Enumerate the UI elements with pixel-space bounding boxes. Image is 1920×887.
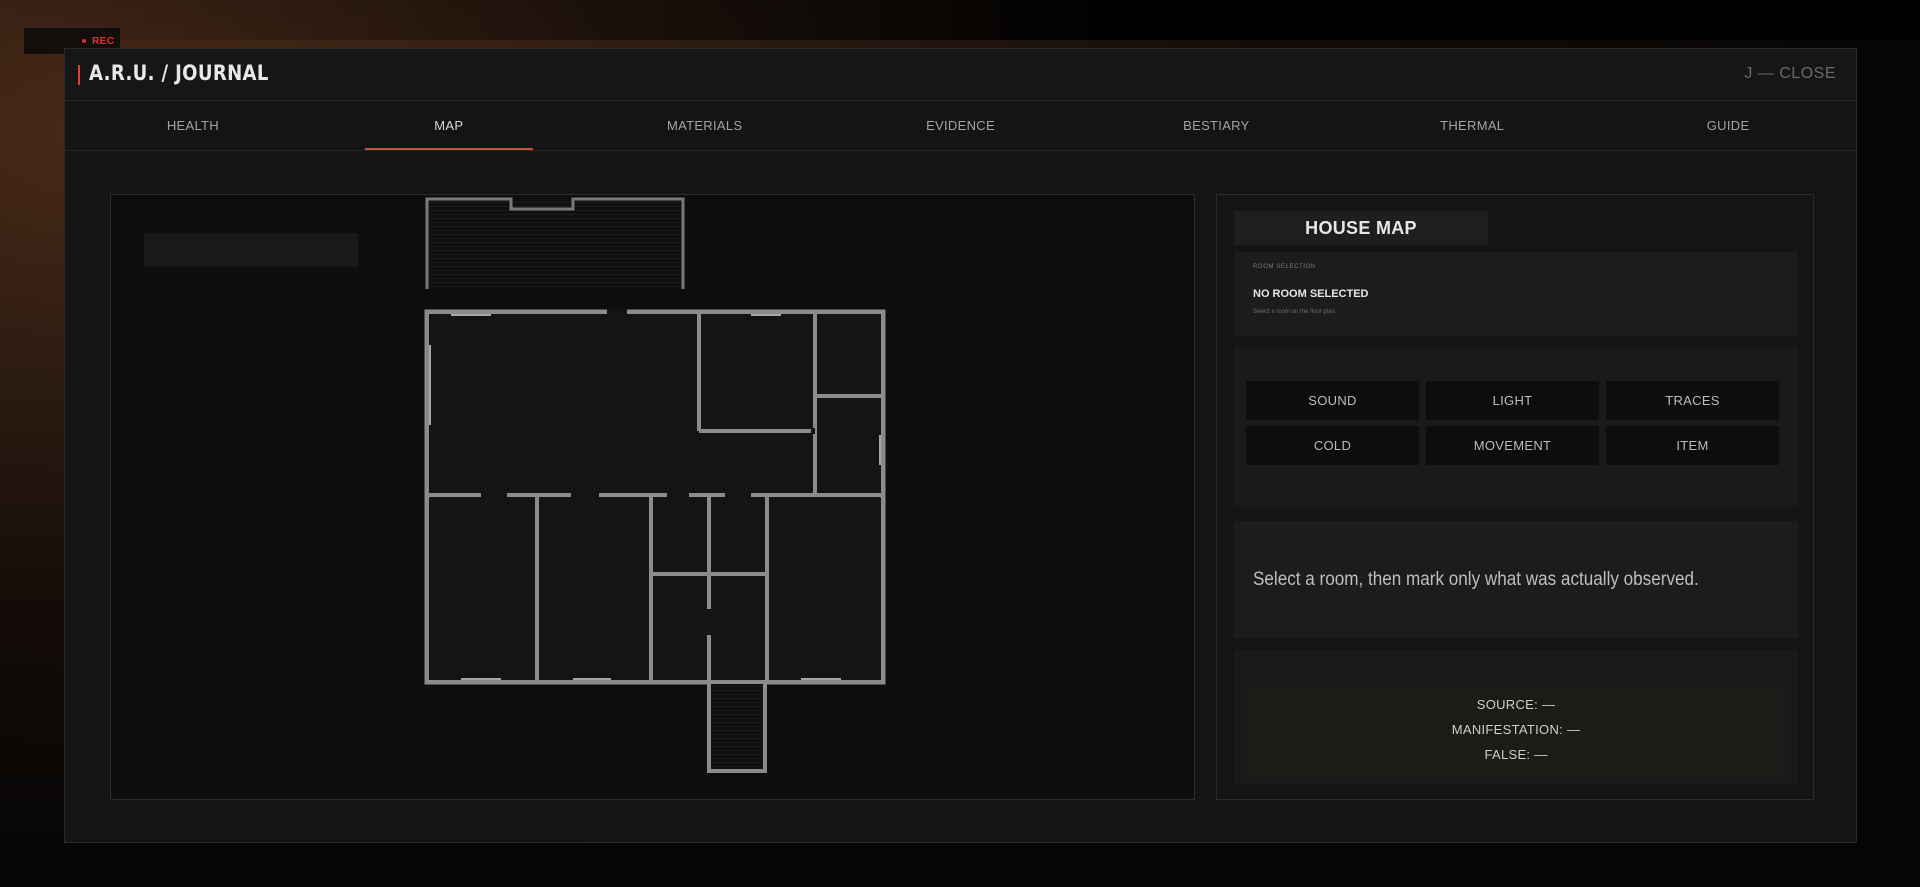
tab-evidence[interactable]: EVIDENCE — [833, 100, 1089, 150]
summary-box: SOURCE: — MANIFESTATION: — FALSE: — — [1234, 650, 1798, 783]
mark-sound-button[interactable]: SOUND — [1246, 381, 1419, 420]
evidence-marks-box: SOUND LIGHT TRACES COLD MOVEMENT ITEM — [1234, 347, 1798, 507]
room-stairs[interactable] — [707, 684, 767, 773]
tab-bestiary[interactable]: BESTIARY — [1088, 100, 1344, 150]
mark-movement-button[interactable]: MOVEMENT — [1426, 426, 1599, 465]
room-storage[interactable] — [817, 314, 881, 394]
room-hallway[interactable] — [711, 498, 765, 680]
mark-traces-button[interactable]: TRACES — [1606, 381, 1779, 420]
selected-room-value: NO ROOM SELECTED — [1253, 288, 1369, 300]
room-deck[interactable] — [425, 197, 685, 289]
close-button[interactable]: J — CLOSE — [1744, 65, 1836, 83]
instruction-box: Select a room, then mark only what was a… — [1234, 521, 1798, 638]
instruction-text: Select a room, then mark only what was a… — [1253, 568, 1699, 590]
evidence-mark-grid: SOUND LIGHT TRACES COLD MOVEMENT ITEM — [1246, 381, 1786, 465]
tab-health[interactable]: HEALTH — [65, 100, 321, 150]
mark-light-button[interactable]: LIGHT — [1426, 381, 1599, 420]
mark-item-button[interactable]: ITEM — [1606, 426, 1779, 465]
room-utility[interactable] — [653, 576, 707, 680]
summary-inner: SOURCE: — MANIFESTATION: — FALSE: — — [1246, 683, 1786, 776]
rec-label: REC — [92, 35, 115, 47]
floor-plan — [424, 197, 886, 773]
tab-guide[interactable]: GUIDE — [1600, 100, 1856, 150]
panel-title: HOUSE MAP — [1234, 211, 1488, 245]
house-map-panel: HOUSE MAP ROOM SELECTION NO ROOM SELECTE… — [1216, 194, 1814, 800]
header-accent-bar — [78, 65, 80, 85]
summary-manifestation: MANIFESTATION: — — [1451, 722, 1581, 737]
mark-cold-button[interactable]: COLD — [1246, 426, 1419, 465]
room-bedroom-1[interactable] — [429, 498, 535, 680]
journal-title: A.R.U. / JOURNAL — [89, 61, 269, 85]
room-selection-box: ROOM SELECTION NO ROOM SELECTED Select a… — [1234, 252, 1798, 336]
room-bath[interactable] — [653, 498, 707, 572]
tab-map[interactable]: MAP — [321, 100, 577, 150]
tab-bar: HEALTH MAP MATERIALS EVIDENCE BESTIARY T… — [65, 100, 1856, 151]
summary-source: SOURCE: — — [1476, 697, 1556, 712]
room-selection-hint: Select a room on the floor plan. — [1253, 309, 1337, 315]
rec-dot-icon — [82, 39, 86, 43]
map-panel — [110, 194, 1195, 800]
room-bedroom-2[interactable] — [539, 498, 649, 680]
tab-materials[interactable]: MATERIALS — [577, 100, 833, 150]
journal-window: A.R.U. / JOURNAL J — CLOSE HEALTH MAP MA… — [64, 48, 1857, 843]
tab-thermal[interactable]: THERMAL — [1344, 100, 1600, 150]
room-bedroom-3[interactable] — [769, 498, 881, 680]
room-closet[interactable] — [817, 398, 881, 493]
room-kitchen[interactable] — [701, 314, 815, 428]
room-living[interactable] — [429, 314, 699, 493]
summary-false: FALSE: — — [1484, 747, 1548, 762]
journal-header: A.R.U. / JOURNAL J — CLOSE — [65, 49, 1856, 101]
room-selection-kicker: ROOM SELECTION — [1253, 264, 1316, 270]
top-vignette — [0, 0, 1920, 40]
